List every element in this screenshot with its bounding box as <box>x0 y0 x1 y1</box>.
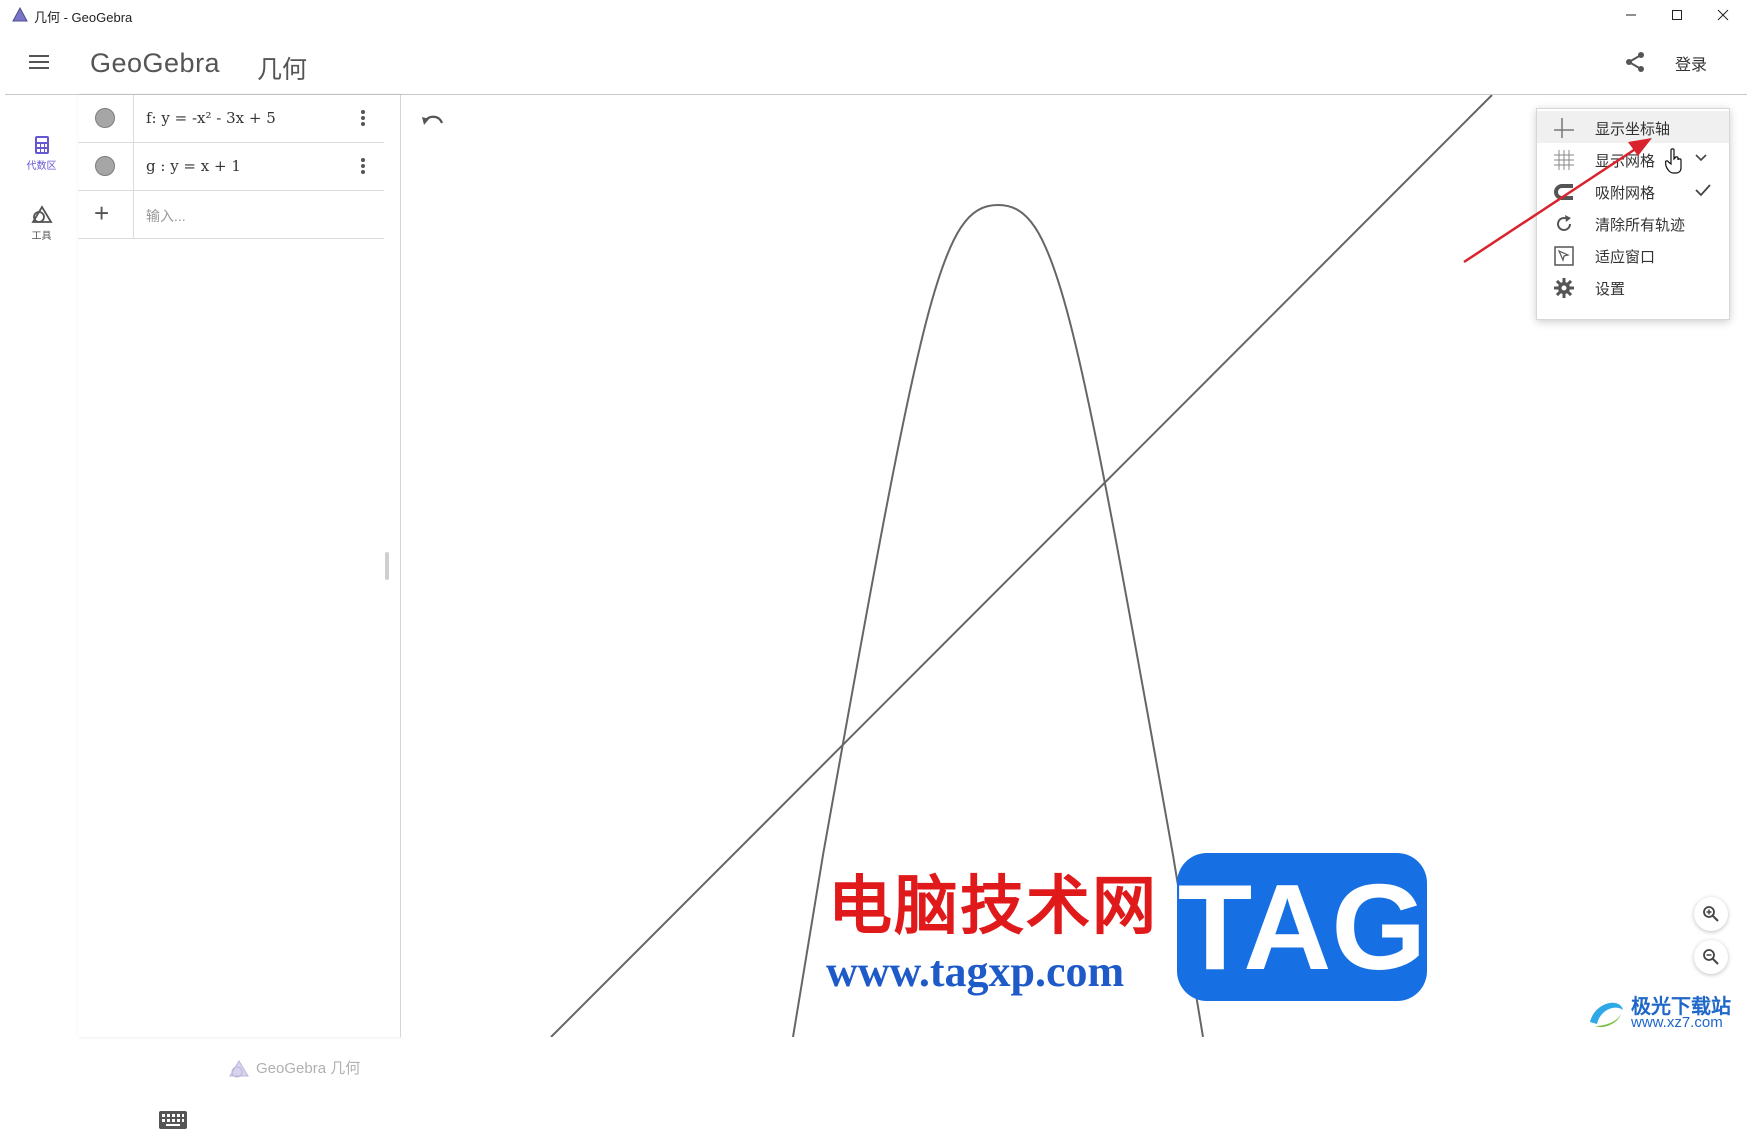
left-rail: 代数区 工具 <box>5 95 79 1037</box>
close-icon <box>1717 9 1729 21</box>
watermark-tag-badge: TAG <box>1177 853 1427 1001</box>
window-title: 几何 - GeoGebra <box>34 10 133 25</box>
gear-icon <box>1554 278 1574 298</box>
menu-label-clear-traces: 清除所有轨迹 <box>1595 217 1686 234</box>
minimize-button[interactable] <box>1608 0 1654 30</box>
menu-label-settings: 设置 <box>1595 281 1626 298</box>
zoom-out-icon <box>1703 949 1719 965</box>
rail-label-algebra: 代数区 <box>26 161 57 172</box>
graphics-context-menu: 显示坐标轴 显示网格 吸附网格 清除所有轨迹 适应窗口 设置 <box>1536 108 1730 320</box>
zoom-in-icon <box>1703 906 1719 922</box>
expression-g[interactable]: g : y = x + 1 <box>146 157 241 175</box>
chevron-down-icon <box>1695 154 1707 162</box>
check-icon <box>1695 184 1711 197</box>
share-icon[interactable] <box>1623 50 1647 74</box>
algebra-panel: f: y = -x² - 3x + 5 g : y = x + 1 + 输入..… <box>78 95 401 1129</box>
menu-item-show-axes[interactable]: 显示坐标轴 <box>1537 111 1729 143</box>
panel-resize-handle[interactable] <box>385 552 389 580</box>
watermark-site-logo: 极光下载站 www.xz7.com <box>1585 988 1745 1036</box>
algebra-input-row[interactable]: + 输入... <box>78 191 384 239</box>
more-vert-icon[interactable] <box>355 155 371 177</box>
footer-brand-text: GeoGebra 几何 <box>256 1060 361 1077</box>
maximize-button[interactable] <box>1654 0 1700 30</box>
close-button[interactable] <box>1700 0 1746 30</box>
window-titlebar: 几何 - GeoGebra <box>0 0 1747 30</box>
aurora-swirl-icon <box>1590 1002 1623 1028</box>
algebra-row[interactable]: g : y = x + 1 <box>78 143 384 191</box>
expression-f[interactable]: f: y = -x² - 3x + 5 <box>146 109 276 127</box>
watermark-site-url: www.xz7.com <box>1631 1014 1723 1031</box>
keyboard-icon[interactable] <box>158 1110 188 1130</box>
zoom-in-button[interactable] <box>1694 897 1728 931</box>
undo-icon[interactable] <box>421 113 445 131</box>
more-vert-icon[interactable] <box>355 107 371 129</box>
watermark-cn-text: 电脑技术网 <box>828 869 1158 944</box>
visibility-toggle[interactable] <box>78 95 134 142</box>
minimize-icon <box>1626 14 1636 16</box>
rail-item-tools[interactable]: 工具 <box>5 205 78 242</box>
add-item-cell[interactable]: + <box>78 191 134 238</box>
calculator-icon <box>34 136 49 154</box>
maximize-icon <box>1672 10 1682 20</box>
visibility-toggle[interactable] <box>78 143 134 190</box>
menu-item-clear-traces[interactable]: 清除所有轨迹 <box>1537 207 1729 239</box>
zoom-out-button[interactable] <box>1694 940 1728 974</box>
hand-cursor-icon <box>1665 148 1682 174</box>
menu-label-show-grid: 显示网格 <box>1595 153 1656 170</box>
plus-icon[interactable]: + <box>94 200 109 226</box>
algebra-input[interactable]: 输入... <box>146 206 186 226</box>
menu-label-snap-grid: 吸附网格 <box>1595 185 1656 202</box>
geometry-tools-icon <box>30 205 53 223</box>
refresh-icon <box>1557 215 1571 231</box>
visibility-dot[interactable] <box>95 108 115 128</box>
menu-item-fit-window[interactable]: 适应窗口 <box>1537 239 1729 271</box>
menu-item-show-grid[interactable]: 显示网格 <box>1537 143 1729 175</box>
algebra-row[interactable]: f: y = -x² - 3x + 5 <box>78 95 384 143</box>
footer-brand: GeoGebra 几何 <box>228 1057 360 1079</box>
grid-icon <box>1554 150 1574 170</box>
watermark-tag-text: TAG <box>1177 859 1427 995</box>
menu-label-show-axes: 显示坐标轴 <box>1595 121 1671 138</box>
hamburger-menu-icon[interactable] <box>27 52 51 72</box>
visibility-dot[interactable] <box>95 156 115 176</box>
rail-label-tools: 工具 <box>31 231 52 242</box>
axes-icon <box>1554 118 1574 138</box>
geogebra-logo-icon <box>229 1060 249 1078</box>
magnet-icon <box>1554 184 1573 200</box>
rail-item-algebra[interactable]: 代数区 <box>5 135 78 172</box>
app-name: 几何 <box>257 56 308 84</box>
watermark-url: www.tagxp.com <box>826 947 1125 996</box>
geogebra-app-icon <box>12 7 28 22</box>
geogebra-logo: GeoGebra <box>90 48 221 78</box>
app-header: GeoGebra 几何 登录 <box>5 30 1747 95</box>
fit-window-icon <box>1554 246 1574 266</box>
menu-label-fit-window: 适应窗口 <box>1595 249 1656 266</box>
menu-item-settings[interactable]: 设置 <box>1537 271 1729 303</box>
login-button[interactable]: 登录 <box>1675 51 1707 75</box>
menu-item-snap-grid[interactable]: 吸附网格 <box>1537 175 1729 207</box>
